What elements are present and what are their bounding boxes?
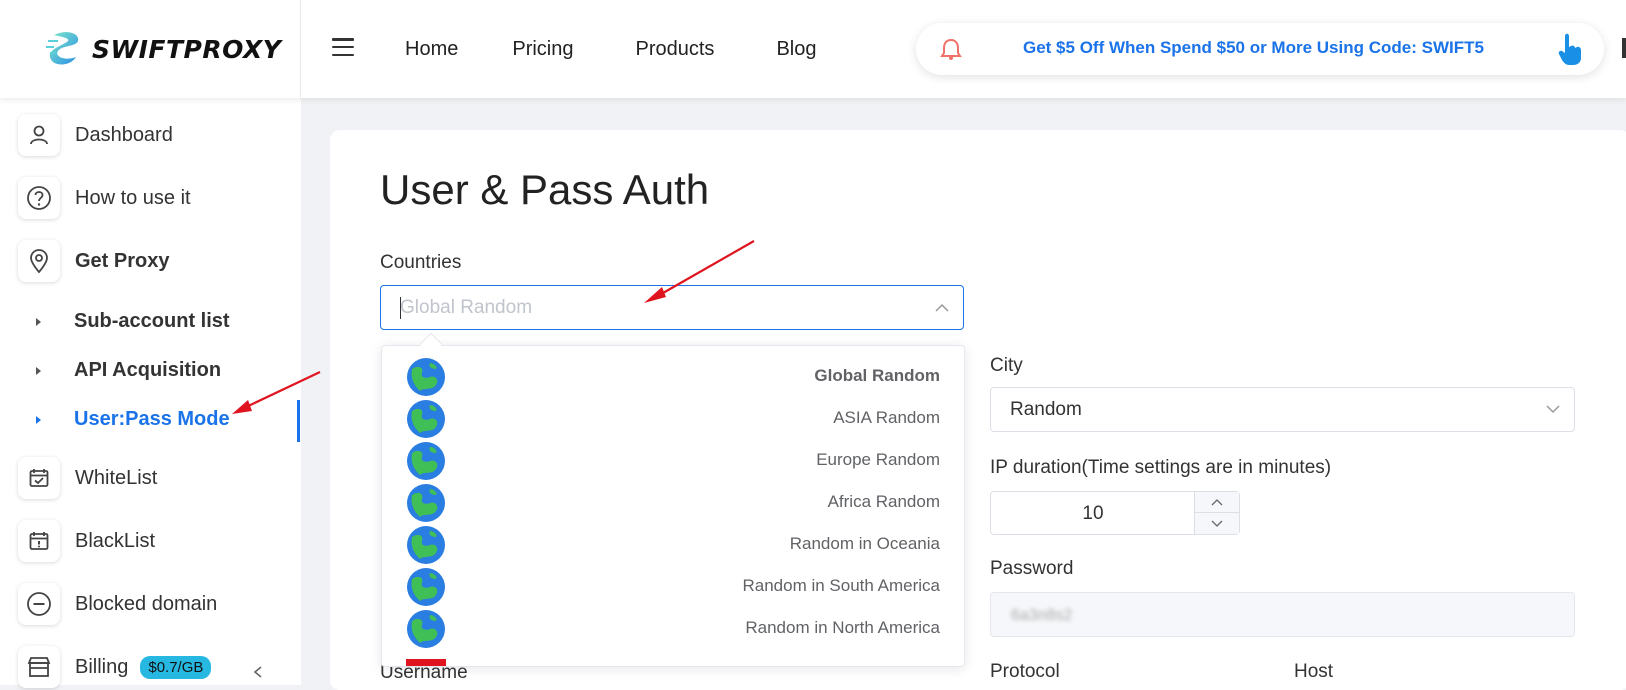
- sidebar-item-label: Get Proxy: [75, 249, 170, 272]
- globe-icon: [407, 568, 445, 606]
- city-select[interactable]: Random: [990, 387, 1575, 432]
- dropdown-option[interactable]: Europe Random: [382, 440, 964, 482]
- text-cursor: [400, 297, 401, 319]
- ip-duration-label: IP duration(Time settings are in minutes…: [990, 457, 1332, 478]
- sidebar-item-label: WhiteList: [75, 466, 158, 489]
- chevron-down-icon: [1211, 520, 1223, 527]
- page-title: User & Pass Auth: [380, 166, 710, 213]
- promo-text: Get $5 Off When Spend $50 or More Using …: [1023, 38, 1484, 57]
- host-label: Host: [1294, 661, 1334, 682]
- top-bar: SWIFTPROXY Home Pricing Products Blog Ge…: [0, 0, 1626, 98]
- password-value: 6a3n8s2: [1011, 607, 1073, 624]
- password-field[interactable]: 6a3n8s2: [990, 592, 1575, 637]
- minus-circle-icon: [18, 583, 60, 625]
- bell-icon: [940, 38, 962, 60]
- dropdown-option[interactable]: ASIA Random: [382, 398, 964, 440]
- dropdown-option-label: Global Random: [814, 366, 940, 385]
- ip-duration-stepper[interactable]: 10: [990, 491, 1240, 535]
- globe-icon: [407, 610, 445, 648]
- flag-icon: [406, 659, 446, 666]
- decrement-button[interactable]: [1195, 513, 1239, 534]
- sidebar-item-label: Dashboard: [75, 123, 173, 146]
- chevron-left-icon[interactable]: [252, 665, 264, 679]
- sidebar-item-blocked-domain[interactable]: Blocked domain: [18, 583, 217, 625]
- city-value: Random: [1010, 398, 1082, 420]
- edge-mark: [1622, 38, 1626, 58]
- nav-blog-link[interactable]: Blog: [776, 38, 816, 61]
- main-nav: Home Pricing Products Blog: [405, 0, 816, 98]
- password-label: Password: [990, 558, 1074, 579]
- countries-dropdown: Global Random ASIA Random Europe Random …: [381, 345, 965, 667]
- logo-text: SWIFTPROXY: [92, 34, 282, 64]
- user-icon: [18, 114, 60, 156]
- calendar-check-icon: [18, 457, 60, 499]
- sidebar-sub-item-label: Sub-account list: [74, 310, 230, 332]
- dropdown-option-label: Africa Random: [827, 492, 940, 511]
- globe-icon: [407, 400, 445, 438]
- dropdown-option-label: Random in North America: [745, 618, 940, 637]
- menu-toggle-icon[interactable]: [332, 38, 354, 56]
- store-icon: [18, 646, 60, 688]
- sidebar-item-get-proxy[interactable]: Get Proxy: [18, 240, 169, 282]
- globe-icon: [407, 358, 445, 396]
- help-circle-icon: [18, 177, 60, 219]
- sidebar-sub-item-api-acquisition[interactable]: API Acquisition: [36, 359, 221, 382]
- sidebar-sub-item-label: User:Pass Mode: [74, 408, 230, 430]
- sidebar-item-label: BlackList: [75, 529, 156, 552]
- city-label: City: [990, 355, 1023, 376]
- dropdown-option[interactable]: Random in South America: [382, 566, 964, 608]
- sidebar-item-dashboard[interactable]: Dashboard: [18, 114, 173, 156]
- nav-products-link[interactable]: Products: [636, 38, 715, 61]
- sidebar-sub-item-label: API Acquisition: [74, 359, 222, 381]
- globe-icon: [407, 526, 445, 564]
- dropdown-option[interactable]: Random in Oceania: [382, 524, 964, 566]
- dropdown-option[interactable]: Africa Random: [382, 482, 964, 524]
- globe-icon: [407, 442, 445, 480]
- stepper-controls: [1194, 492, 1239, 534]
- caret-right-icon: [36, 317, 41, 326]
- annotation-arrow-icon: [644, 240, 755, 303]
- promo-banner[interactable]: Get $5 Off When Spend $50 or More Using …: [916, 23, 1604, 75]
- caret-right-icon: [36, 366, 41, 375]
- sidebar-item-whitelist[interactable]: WhiteList: [18, 457, 157, 499]
- dropdown-option-label: ASIA Random: [833, 408, 940, 427]
- pointer-hand-icon: [1558, 33, 1581, 65]
- location-pin-icon: [18, 240, 60, 282]
- swiftproxy-logo-icon: [46, 32, 79, 65]
- chevron-down-icon: [1546, 404, 1560, 413]
- dropdown-option[interactable]: Random in North America: [382, 608, 964, 650]
- sidebar-item-billing[interactable]: Billing $0.7/GB: [18, 646, 212, 688]
- logo[interactable]: SWIFTPROXY: [0, 0, 301, 98]
- sidebar-item-label: Blocked domain: [75, 592, 218, 615]
- sidebar-sub-item-user-pass-mode[interactable]: User:Pass Mode: [36, 408, 230, 431]
- dropdown-option-label: Europe Random: [816, 450, 940, 469]
- sidebar-item-blacklist[interactable]: BlackList: [18, 520, 155, 562]
- chevron-up-icon: [935, 303, 949, 312]
- calendar-alert-icon: [18, 520, 60, 562]
- countries-label: Countries: [380, 252, 462, 273]
- sidebar-sub-item-sub-account-list[interactable]: Sub-account list: [36, 310, 230, 333]
- sidebar-item-how-to-use[interactable]: How to use it: [18, 177, 191, 219]
- dropdown-option-label: Random in South America: [742, 576, 941, 595]
- price-badge: $0.7/GB: [140, 655, 212, 679]
- nav-home-link[interactable]: Home: [405, 38, 458, 61]
- increment-button[interactable]: [1195, 492, 1239, 513]
- sidebar-item-label: Billing: [75, 655, 129, 678]
- protocol-label: Protocol: [990, 661, 1060, 682]
- globe-icon: [407, 484, 445, 522]
- caret-right-icon: [36, 415, 41, 424]
- chevron-up-icon: [1211, 499, 1223, 506]
- sidebar-item-label: How to use it: [75, 186, 191, 209]
- countries-placeholder: Global Random: [400, 296, 533, 318]
- ip-duration-value[interactable]: 10: [991, 503, 1195, 525]
- dropdown-option[interactable]: Global Random: [382, 356, 964, 398]
- dropdown-option-label: Random in Oceania: [789, 534, 940, 553]
- annotation-arrow-icon: [232, 371, 321, 414]
- nav-pricing-link[interactable]: Pricing: [512, 38, 573, 61]
